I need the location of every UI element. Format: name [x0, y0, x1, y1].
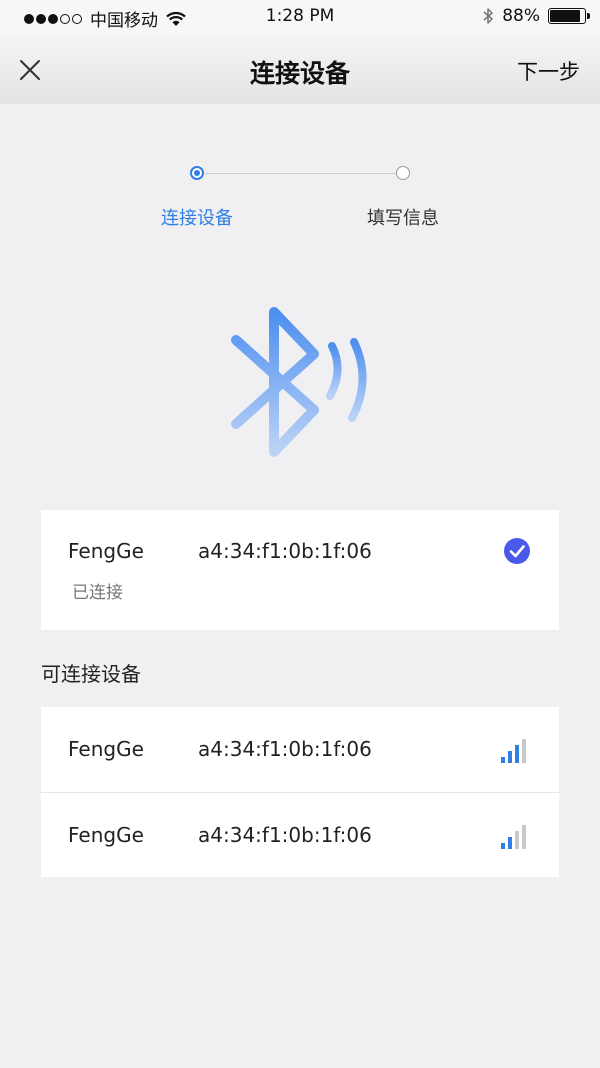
- step-indicator-active: [190, 166, 204, 180]
- device-name: FengGe: [68, 539, 144, 563]
- step-label-connect: 连接设备: [161, 208, 233, 229]
- signal-bar: [508, 837, 512, 849]
- bluetooth-status-icon: [483, 8, 493, 24]
- device-mac: a4:34:f1:0b:1f:06: [198, 823, 372, 847]
- signal-bar: [508, 751, 512, 763]
- available-devices-title: 可连接设备: [41, 662, 141, 686]
- device-name: FengGe: [68, 823, 144, 847]
- battery-percent: 88%: [502, 6, 540, 26]
- battery-level: [550, 10, 580, 22]
- signal-bar: [515, 745, 519, 763]
- signal-strength-icon: [501, 739, 526, 763]
- device-mac: a4:34:f1:0b:1f:06: [198, 737, 372, 761]
- connected-device-card[interactable]: FengGe a4:34:f1:0b:1f:06 已连接: [41, 510, 559, 630]
- battery-icon: [548, 8, 590, 24]
- signal-bar: [522, 825, 526, 849]
- device-mac: a4:34:f1:0b:1f:06: [198, 539, 372, 563]
- list-item[interactable]: FengGe a4:34:f1:0b:1f:06: [41, 707, 559, 792]
- available-devices-list: FengGe a4:34:f1:0b:1f:06 FengGe a4:34:f1…: [41, 707, 559, 877]
- signal-bar: [501, 757, 505, 763]
- signal-strength-icon: [501, 825, 526, 849]
- signal-bar: [522, 739, 526, 763]
- progress-stepper: 连接设备 填写信息: [0, 160, 600, 240]
- step-label-info: 填写信息: [367, 208, 439, 229]
- bluetooth-illustration-icon: [231, 307, 367, 457]
- device-name: FengGe: [68, 737, 144, 761]
- list-item[interactable]: FengGe a4:34:f1:0b:1f:06: [41, 792, 559, 878]
- signal-bar: [515, 831, 519, 849]
- next-step-button[interactable]: 下一步: [517, 56, 580, 86]
- nav-bar: 连接设备 下一步: [0, 36, 600, 104]
- page-title: 连接设备: [249, 59, 350, 88]
- close-icon[interactable]: [16, 56, 44, 84]
- step-indicator-inactive: [396, 166, 410, 180]
- status-right: 88%: [482, 6, 590, 26]
- signal-bar: [501, 843, 505, 849]
- battery-tip: [587, 13, 590, 19]
- connection-status: 已连接: [72, 583, 123, 603]
- step-connector: [197, 173, 403, 174]
- check-circle-icon: [504, 538, 530, 564]
- status-bar: 中国移动 1:28 PM 88%: [0, 0, 600, 36]
